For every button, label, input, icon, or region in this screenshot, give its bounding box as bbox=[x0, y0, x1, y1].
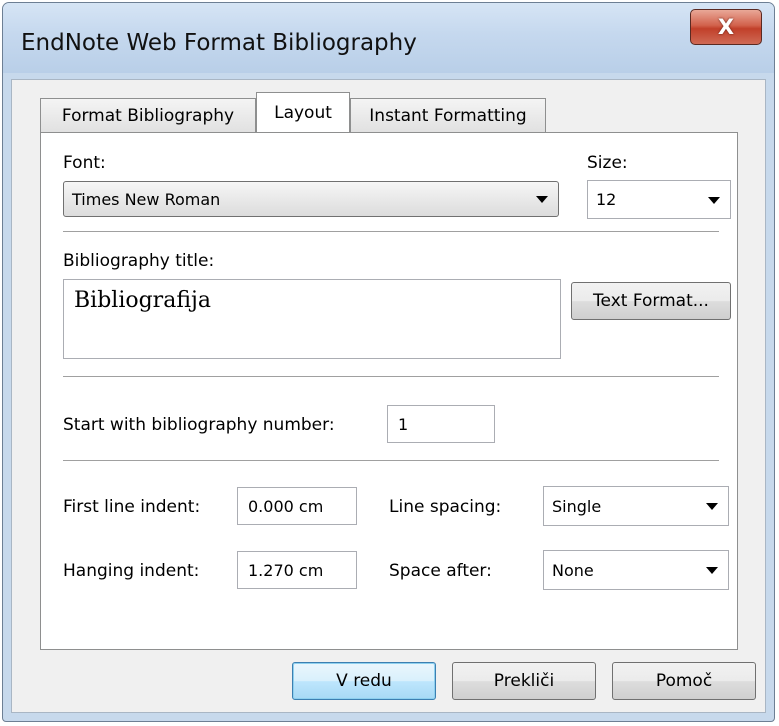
space-after-select[interactable]: None bbox=[543, 550, 729, 590]
start-number-field[interactable]: 1 bbox=[387, 405, 495, 443]
line-spacing-label: Line spacing: bbox=[389, 497, 502, 517]
tab-label: Layout bbox=[274, 102, 332, 123]
window-title: EndNote Web Format Bibliography bbox=[21, 30, 417, 56]
close-icon: X bbox=[717, 15, 735, 39]
cancel-button[interactable]: Prekliči bbox=[452, 662, 596, 700]
text-format-button-label: Text Format... bbox=[593, 291, 709, 311]
size-select[interactable]: 12 bbox=[587, 180, 731, 219]
chevron-down-icon bbox=[706, 503, 718, 510]
hanging-indent-label: Hanging indent: bbox=[63, 561, 200, 581]
dialog-client-area: Format Bibliography Layout Instant Forma… bbox=[11, 79, 766, 713]
layout-panel: Font: Times New Roman Size: 12 Bibliogra… bbox=[40, 132, 738, 650]
cancel-button-label: Prekliči bbox=[493, 671, 555, 691]
divider bbox=[63, 460, 719, 461]
ok-button[interactable]: V redu bbox=[292, 662, 436, 700]
hanging-indent-value: 1.270 cm bbox=[248, 560, 324, 580]
start-number-label: Start with bibliography number: bbox=[63, 415, 335, 435]
font-select-value: Times New Roman bbox=[72, 189, 221, 209]
bibliography-title-value: Bibliografija bbox=[74, 288, 211, 313]
ok-button-label: V redu bbox=[336, 671, 392, 691]
tab-label: Instant Formatting bbox=[369, 105, 527, 126]
divider bbox=[63, 231, 719, 232]
help-button[interactable]: Pomoč bbox=[612, 662, 756, 700]
hanging-indent-field[interactable]: 1.270 cm bbox=[237, 551, 357, 589]
first-line-indent-label: First line indent: bbox=[63, 497, 201, 517]
bibliography-title-label: Bibliography title: bbox=[63, 251, 215, 271]
help-button-label: Pomoč bbox=[655, 671, 713, 691]
font-select[interactable]: Times New Roman bbox=[63, 181, 559, 217]
dialog-window: EndNote Web Format Bibliography X Format… bbox=[2, 2, 775, 722]
chevron-down-icon bbox=[708, 196, 720, 204]
bibliography-title-input[interactable]: Bibliografija bbox=[63, 279, 561, 359]
space-after-label: Space after: bbox=[389, 561, 492, 581]
divider bbox=[63, 376, 719, 377]
text-format-button[interactable]: Text Format... bbox=[571, 282, 731, 320]
size-label: Size: bbox=[587, 153, 628, 173]
space-after-value: None bbox=[552, 560, 594, 580]
first-line-indent-value: 0.000 cm bbox=[248, 496, 324, 516]
tab-layout[interactable]: Layout bbox=[256, 92, 350, 132]
chevron-down-icon bbox=[706, 567, 718, 574]
chevron-down-icon bbox=[536, 196, 548, 203]
start-number-value: 1 bbox=[398, 414, 409, 434]
tab-format-bibliography[interactable]: Format Bibliography bbox=[40, 98, 256, 132]
line-spacing-select[interactable]: Single bbox=[543, 486, 729, 526]
title-bar[interactable]: EndNote Web Format Bibliography X bbox=[3, 3, 774, 73]
tab-label: Format Bibliography bbox=[61, 105, 235, 126]
font-label: Font: bbox=[63, 153, 106, 173]
size-select-value: 12 bbox=[596, 190, 617, 209]
first-line-indent-field[interactable]: 0.000 cm bbox=[237, 487, 357, 525]
line-spacing-value: Single bbox=[552, 496, 602, 516]
close-button[interactable]: X bbox=[690, 9, 762, 45]
tab-instant-formatting[interactable]: Instant Formatting bbox=[350, 98, 546, 132]
